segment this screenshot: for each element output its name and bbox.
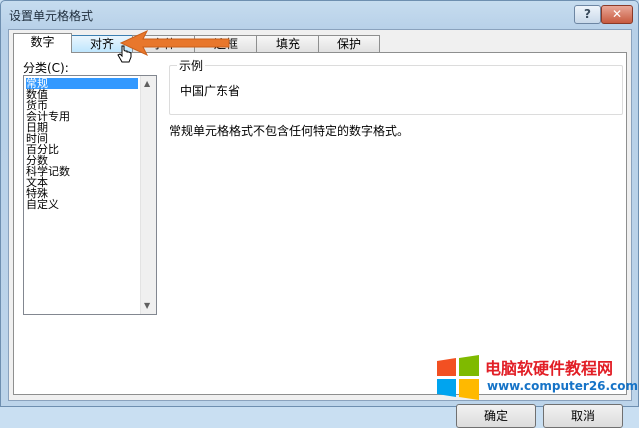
help-button[interactable]: ?: [574, 5, 601, 24]
number-tab-panel: 分类(C): 常规 数值 货币 会计专用 日期 时间 百分比 分数 科学记数 文…: [13, 52, 627, 395]
format-description: 常规单元格格式不包含任何特定的数字格式。: [169, 124, 410, 138]
dialog-title: 设置单元格格式: [9, 9, 94, 23]
tab-protection[interactable]: 保护: [318, 35, 380, 52]
watermark-title: 电脑软硬件教程网: [485, 359, 614, 378]
hand-cursor-icon: [117, 45, 132, 63]
title-bar[interactable]: 设置单元格格式 ? ✕: [1, 1, 638, 29]
scroll-up-icon[interactable]: ▲: [144, 79, 150, 88]
windows-logo-icon: [437, 355, 479, 400]
category-listbox[interactable]: 常规 数值 货币 会计专用 日期 时间 百分比 分数 科学记数 文本 特殊 自定…: [23, 75, 157, 315]
cancel-button[interactable]: 取消: [543, 404, 623, 428]
close-button[interactable]: ✕: [601, 5, 633, 24]
sample-group: 示例 中国广东省: [169, 57, 623, 115]
ok-button[interactable]: 确定: [456, 404, 536, 428]
category-label: 分类(C):: [23, 61, 69, 75]
category-item-custom[interactable]: 自定义: [26, 199, 138, 210]
tab-number[interactable]: 数字: [13, 33, 72, 53]
pointer-arrow-annotation: [119, 29, 230, 57]
watermark-url: www.computer26.com: [487, 379, 638, 393]
sample-value: 中国广东省: [180, 84, 241, 98]
sample-legend: 示例: [177, 57, 206, 74]
format-cells-dialog: 设置单元格格式 ? ✕ 数字 对齐 字体 边框 填充 保护 分类(C): 常规 …: [0, 0, 639, 428]
scroll-down-icon[interactable]: ▼: [144, 301, 150, 310]
dialog-body: 数字 对齐 字体 边框 填充 保护 分类(C): 常规 数值 货币 会计专用 日…: [8, 29, 632, 428]
tab-fill[interactable]: 填充: [256, 35, 320, 52]
site-watermark: 电脑软硬件教程网 www.computer26.com: [433, 353, 638, 403]
category-scrollbar[interactable]: ▲ ▼: [140, 76, 156, 314]
